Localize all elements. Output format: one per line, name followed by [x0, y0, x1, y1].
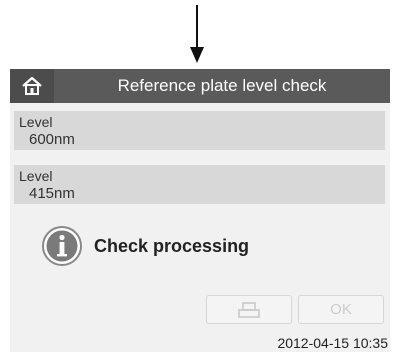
print-button[interactable]: [206, 295, 292, 324]
info-icon: [42, 226, 82, 266]
level-panel-2: Level 415nm: [14, 165, 385, 204]
ok-button[interactable]: OK: [298, 295, 384, 324]
home-button[interactable]: [10, 69, 54, 103]
printer-icon: [238, 301, 260, 318]
level-value: 415nm: [29, 185, 75, 202]
title-bar: Reference plate level check: [10, 69, 390, 103]
level-label: Level: [19, 168, 53, 184]
status-row: Check processing: [41, 224, 249, 268]
datetime-display: 2012-04-15 10:35: [277, 335, 388, 351]
level-panel-1: Level 600nm: [14, 111, 385, 150]
level-label: Level: [19, 114, 53, 130]
home-icon: [22, 76, 42, 95]
pointer-arrow-icon: [185, 5, 209, 65]
page-title: Reference plate level check: [117, 76, 327, 95]
device-screen: Reference plate level check Level 600nm …: [10, 69, 390, 352]
status-message: Check processing: [94, 235, 250, 256]
level-value: 600nm: [29, 131, 75, 148]
